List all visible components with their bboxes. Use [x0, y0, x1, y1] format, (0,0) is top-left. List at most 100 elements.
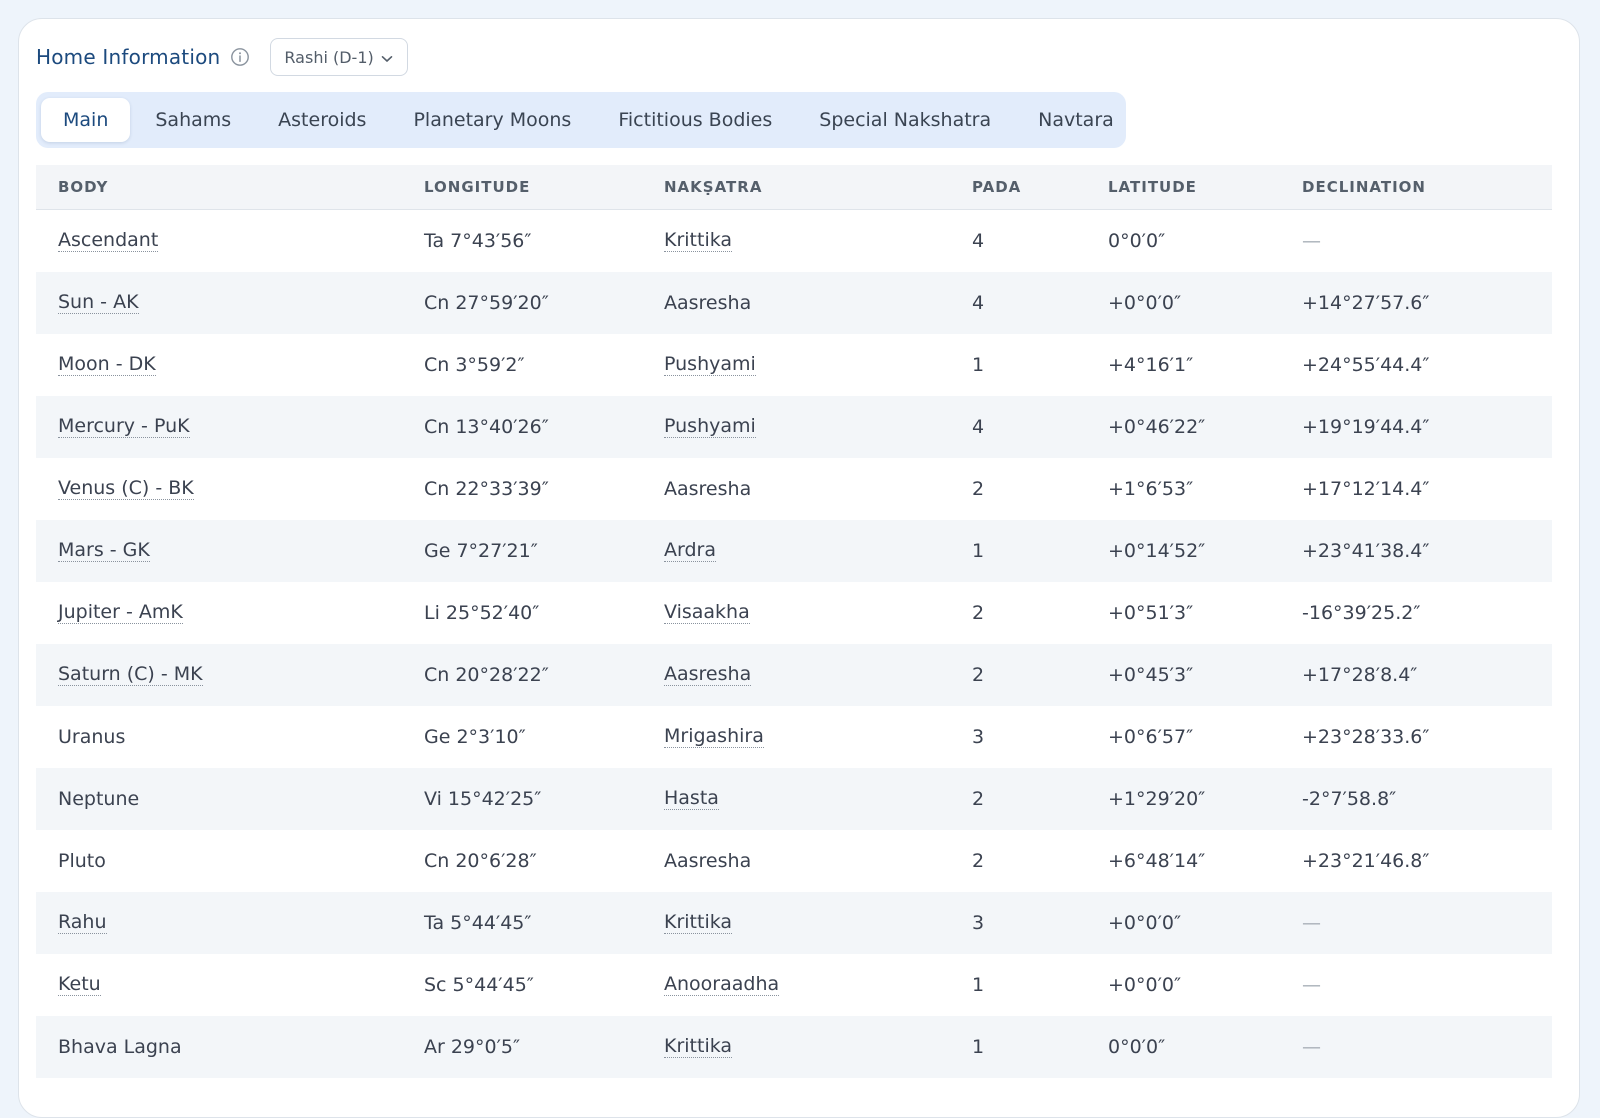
- cell-pada: 3: [972, 892, 984, 954]
- cell-pada-text: 2: [972, 664, 985, 686]
- cell-declination-text: +17°28′8.4″: [1302, 664, 1418, 686]
- cell-pada-text: 2: [972, 478, 985, 500]
- cell-nakshatra-text[interactable]: Hasta: [664, 787, 719, 811]
- cell-body: Uranus: [58, 706, 125, 768]
- cell-declination: —: [1302, 892, 1321, 954]
- cell-declination-text: +14°27′57.6″: [1302, 292, 1430, 314]
- cell-nakshatra-text[interactable]: Krittika: [664, 911, 733, 935]
- cell-nakshatra: Krittika: [664, 892, 733, 954]
- tab-asteroids[interactable]: Asteroids: [256, 98, 388, 142]
- cell-pada-text: 2: [972, 850, 985, 872]
- column-header-declination: DECLINATION: [1302, 178, 1426, 196]
- cell-body-text: Bhava Lagna: [58, 1036, 182, 1058]
- column-header-longitude: LONGITUDE: [424, 178, 531, 196]
- cell-latitude-text: +0°51′3″: [1108, 602, 1194, 624]
- cell-declination-text: —: [1302, 974, 1321, 996]
- chart-type-select[interactable]: Rashi (D-1): [270, 38, 409, 76]
- cell-nakshatra: Aasresha: [664, 644, 752, 706]
- tab-sahams[interactable]: Sahams: [133, 98, 253, 142]
- cell-latitude-text: +4°16′1″: [1108, 354, 1194, 376]
- tab-planetary-moons[interactable]: Planetary Moons: [391, 98, 593, 142]
- table-row: Mars - GK Ge 7°27′21″ Ardra 1 +0°14′52″ +23°4…: [36, 520, 1552, 582]
- cell-nakshatra-text[interactable]: Pushyami: [664, 353, 756, 377]
- cell-pada-text: 4: [972, 292, 985, 314]
- cell-body-text[interactable]: Sun - AK: [58, 291, 139, 315]
- cell-body-text[interactable]: Saturn (C) - MK: [58, 663, 203, 687]
- cell-longitude-text: Vi 15°42′25″: [424, 788, 542, 810]
- cell-pada-text: 1: [972, 354, 985, 376]
- cell-nakshatra: Visaakha: [664, 582, 750, 644]
- cell-body-text[interactable]: Rahu: [58, 911, 107, 935]
- cell-body-text[interactable]: Jupiter - AmK: [58, 601, 183, 625]
- cell-body: Ascendant: [58, 210, 159, 272]
- cell-latitude-text: +0°6′57″: [1108, 726, 1194, 748]
- cell-latitude: +4°16′1″: [1108, 334, 1193, 396]
- tab-navtara[interactable]: Navtara: [1016, 98, 1136, 142]
- cell-longitude: Cn 20°28′22″: [424, 644, 549, 706]
- cell-body: Sun - AK: [58, 272, 139, 334]
- cell-body: Mars - GK: [58, 520, 150, 582]
- column-header-body: BODY: [58, 178, 109, 196]
- table-header: BODY LONGITUDE NAKṢATRA PADA LATITUDE DE…: [36, 165, 1552, 210]
- column-header-latitude: LATITUDE: [1108, 178, 1197, 196]
- cell-nakshatra-text[interactable]: Aasresha: [664, 663, 752, 687]
- cell-pada-text: 1: [972, 974, 985, 996]
- cell-longitude-text: Cn 20°6′28″: [424, 850, 537, 872]
- table-row: Moon - DK Cn 3°59′2″ Pushyami 1 +4°16′1″ +24°…: [36, 334, 1552, 396]
- cell-body-text[interactable]: Venus (C) - BK: [58, 477, 194, 501]
- cell-latitude-text: +0°45′3″: [1108, 664, 1194, 686]
- cell-declination-text: -16°39′25.2″: [1302, 602, 1421, 624]
- tab-main[interactable]: Main: [41, 98, 131, 142]
- cell-nakshatra-text: Aasresha: [664, 850, 752, 872]
- cell-nakshatra-text[interactable]: Pushyami: [664, 415, 756, 439]
- cell-longitude: Ta 7°43′56″: [424, 210, 532, 272]
- cell-declination-text: +23°28′33.6″: [1302, 726, 1430, 748]
- cell-body-text[interactable]: Ascendant: [58, 229, 159, 253]
- cell-declination-text: +23°21′46.8″: [1302, 850, 1430, 872]
- cell-body: Moon - DK: [58, 334, 156, 396]
- cell-declination: +14°27′57.6″: [1302, 272, 1430, 334]
- cell-nakshatra-text[interactable]: Anooraadha: [664, 973, 780, 997]
- cell-nakshatra-text[interactable]: Visaakha: [664, 601, 750, 625]
- cell-body-text[interactable]: Mars - GK: [58, 539, 150, 563]
- table-row: Neptune Vi 15°42′25″ Hasta 2 +1°29′20″ -2°7′5…: [36, 768, 1552, 830]
- cell-body: Venus (C) - BK: [58, 458, 194, 520]
- cell-nakshatra-text[interactable]: Krittika: [664, 229, 733, 253]
- cell-nakshatra-text[interactable]: Mrigashira: [664, 725, 764, 749]
- cell-pada: 1: [972, 1016, 984, 1078]
- cell-declination: +24°55′44.4″: [1302, 334, 1430, 396]
- cell-nakshatra-text[interactable]: Ardra: [664, 539, 716, 563]
- cell-declination: —: [1302, 954, 1321, 1016]
- cell-longitude-text: Ge 2°3′10″: [424, 726, 526, 748]
- cell-nakshatra: Anooraadha: [664, 954, 780, 1016]
- cell-pada: 3: [972, 706, 984, 768]
- cell-nakshatra-text: Aasresha: [664, 292, 752, 314]
- info-icon[interactable]: [230, 47, 250, 67]
- tab-fictitious-bodies[interactable]: Fictitious Bodies: [596, 98, 794, 142]
- table-row: Bhava Lagna Ar 29°0′5″ Krittika 1 0°0′0″ —: [36, 1016, 1552, 1078]
- cell-nakshatra: Pushyami: [664, 396, 756, 458]
- cell-body-text: Uranus: [58, 726, 126, 748]
- cell-nakshatra: Aasresha: [664, 458, 751, 520]
- tab-special-nakshatra[interactable]: Special Nakshatra: [797, 98, 1013, 142]
- cell-pada: 2: [972, 830, 984, 892]
- cell-longitude: Cn 20°6′28″: [424, 830, 537, 892]
- cell-nakshatra-text[interactable]: Krittika: [664, 1035, 733, 1059]
- cell-declination: +17°28′8.4″: [1302, 644, 1417, 706]
- cell-longitude-text: Cn 3°59′2″: [424, 354, 525, 376]
- cell-latitude-text: +0°0′0″: [1108, 912, 1182, 934]
- cell-longitude: Li 25°52′40″: [424, 582, 539, 644]
- table-row: Ascendant Ta 7°43′56″ Krittika 4 0°0′0″ —: [36, 210, 1552, 272]
- cell-longitude: Ta 5°44′45″: [424, 892, 532, 954]
- cell-body: Mercury - PuK: [58, 396, 190, 458]
- cell-body-text[interactable]: Ketu: [58, 973, 101, 997]
- cell-body-text[interactable]: Moon - DK: [58, 353, 156, 377]
- cell-declination: -16°39′25.2″: [1302, 582, 1420, 644]
- cell-declination: —: [1302, 1016, 1321, 1078]
- cell-declination-text: —: [1302, 230, 1321, 252]
- cell-body-text[interactable]: Mercury - PuK: [58, 415, 190, 439]
- cell-longitude: Cn 13°40′26″: [424, 396, 549, 458]
- cell-longitude-text: Ge 7°27′21″: [424, 540, 538, 562]
- table-row: Saturn (C) - MK Cn 20°28′22″ Aasresha 2 +0°4…: [36, 644, 1552, 706]
- cell-longitude-text: Ta 5°44′45″: [424, 912, 532, 934]
